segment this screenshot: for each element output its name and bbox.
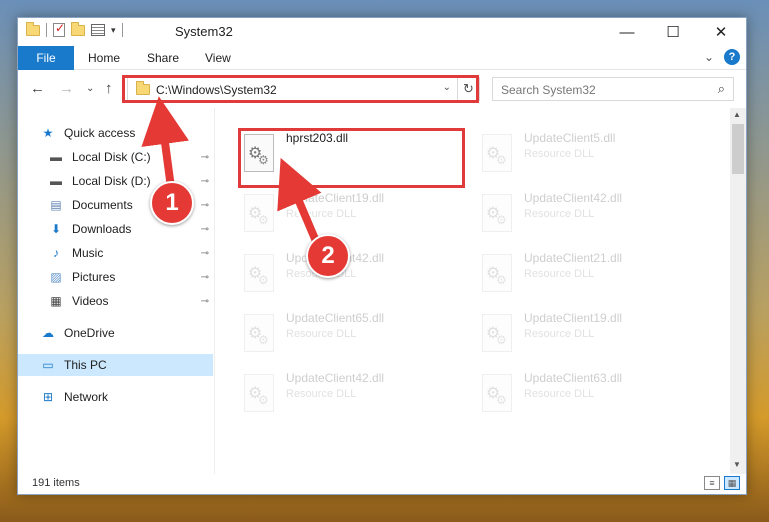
annotation-arrows: [141, 96, 324, 249]
callout-1: 1: [150, 181, 194, 225]
callout-2: 2: [306, 234, 350, 278]
arrow-2: [277, 157, 322, 248]
